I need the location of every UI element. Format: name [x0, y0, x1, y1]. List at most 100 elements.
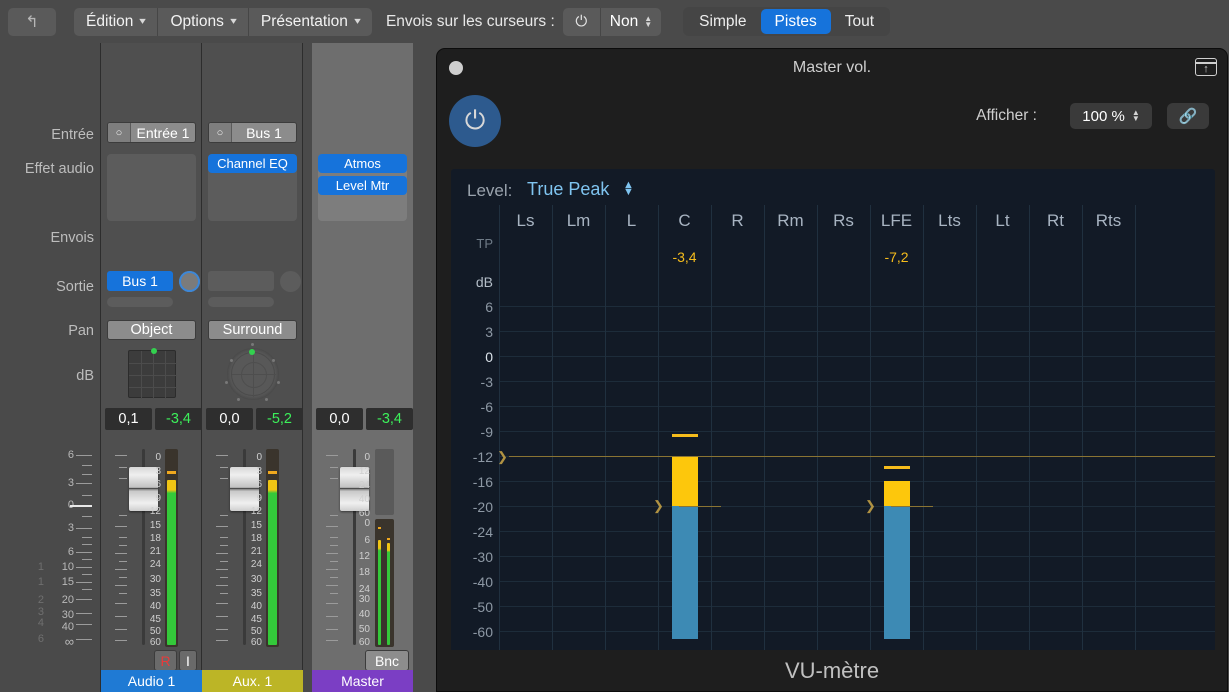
bounce-button[interactable]: Bnc — [365, 650, 409, 671]
level-mode-value[interactable]: True Peak — [527, 179, 609, 200]
record-enable-button[interactable]: R — [154, 650, 177, 671]
channel-name-label: Master — [341, 673, 384, 689]
channel-name-label: Aux. 1 — [232, 673, 273, 689]
audio-effect-slots: Atmos Level Mtr — [318, 154, 407, 221]
volume-value[interactable]: 0,1 — [105, 408, 152, 430]
input-monitor-button[interactable]: I — [179, 650, 197, 671]
audio-effect-slots[interactable] — [107, 154, 196, 221]
menu-options[interactable]: Options ▾ — [158, 7, 249, 36]
plugin-slot-channel-eq[interactable]: Channel EQ — [208, 154, 297, 173]
pan-surround-grid[interactable] — [128, 348, 177, 399]
fader-scale-tick-label: 40 — [61, 621, 74, 633]
view-mode-pistes[interactable]: Pistes — [760, 9, 831, 34]
y-tick-label: -50 — [472, 599, 493, 615]
peak-value[interactable]: -5,2 — [256, 408, 303, 430]
sends-value-dropdown[interactable]: Non ▲ ▼ — [601, 8, 661, 36]
plugin-slot-label: Level Mtr — [335, 178, 390, 193]
bar-level-c — [672, 506, 698, 639]
row-label-input: Entrée — [51, 127, 94, 143]
level-meter-fill-left — [378, 540, 381, 645]
channel-header-c: C — [678, 211, 691, 230]
plugin-slot-label: Channel EQ — [217, 156, 288, 171]
view-mode-tout[interactable]: Tout — [831, 9, 888, 34]
channel-threshold-marker-c[interactable]: ❯ — [653, 499, 664, 512]
volume-value[interactable]: 0,0 — [316, 408, 363, 430]
level-meter-peak-hold — [268, 471, 277, 474]
channel-header-rs: Rs — [833, 211, 854, 230]
channel-name-audio-1[interactable]: Audio 1 — [101, 670, 202, 692]
peak-hold-c — [672, 434, 698, 437]
channel-threshold-marker-lfe[interactable]: ❯ — [865, 499, 876, 512]
input-slot[interactable]: ○ Bus 1 — [208, 122, 297, 143]
pan-surround-puck[interactable] — [225, 343, 280, 401]
view-mode-simple[interactable]: Simple — [685, 9, 760, 34]
back-button[interactable]: ↰ — [8, 7, 56, 36]
output-slot-label: Surround — [222, 322, 283, 338]
db-readout: 0,0 -3,4 — [316, 408, 413, 430]
plugin-power-button[interactable]: ⏻ — [449, 95, 501, 147]
volume-value[interactable]: 0,0 — [206, 408, 253, 430]
fader-scale-tick-label: 20 — [61, 594, 74, 606]
record-circle-icon: ○ — [209, 123, 232, 142]
plugin-slot-level-mtr[interactable]: Level Mtr — [318, 176, 407, 195]
output-slot[interactable]: Surround — [208, 320, 297, 340]
menu-group: Édition ▾ Options ▾ Présentation ▾ — [74, 7, 372, 36]
menu-edition[interactable]: Édition ▾ — [74, 7, 159, 36]
axis-label-tp: TP — [476, 236, 493, 251]
true-peak-value-lfe: -7,2 — [884, 249, 909, 265]
global-threshold-marker[interactable]: ❯ — [497, 450, 508, 463]
channel-header-ls: Ls — [516, 211, 535, 230]
menu-presentation[interactable]: Présentation ▾ — [249, 8, 372, 36]
channel-header-rts: Rts — [1095, 211, 1122, 230]
mixer-row-labels: Entrée Effet audio Envois Sortie Pan dB … — [0, 43, 101, 692]
send-level-knob[interactable] — [179, 271, 200, 292]
send-slot-bus1[interactable]: Bus 1 — [107, 271, 173, 291]
send-slot-empty[interactable] — [208, 271, 274, 291]
zoom-level-stepper[interactable]: 100 % ▲ ▼ — [1070, 103, 1152, 129]
channel-name-master[interactable]: Master — [312, 670, 413, 692]
detach-window-icon[interactable]: ↑ — [1195, 58, 1217, 76]
channel-name-aux-1[interactable]: Aux. 1 — [202, 670, 303, 692]
stepper-updown-icon[interactable]: ▲ ▼ — [623, 180, 634, 198]
channel-header-rm: Rm — [777, 211, 804, 230]
fader-scale-tick-label: 10 — [61, 561, 74, 573]
channel-strip-aux-1: ○ Bus 1 Channel EQ Surround 0,0 -5,2 0 3… — [202, 43, 303, 692]
y-tick-label: -6 — [480, 399, 493, 415]
plugin-slot-label: Atmos — [344, 156, 381, 171]
input-slot[interactable]: ○ Entrée 1 — [107, 122, 196, 143]
link-icon: 🔗 — [1178, 108, 1198, 125]
axis-unit-label: dB — [475, 274, 493, 290]
level-meter-fill — [268, 480, 277, 645]
y-tick-label: -3 — [480, 374, 493, 390]
plugin-slot-atmos[interactable]: Atmos — [318, 154, 407, 173]
pan-position-dot[interactable] — [249, 349, 255, 355]
output-slot[interactable]: Object — [107, 320, 196, 340]
fader-scale2-tick-label: 2 — [37, 594, 44, 606]
fader-scale2-tick-label: 1 — [37, 561, 44, 573]
pan-position-dot[interactable] — [151, 348, 157, 354]
true-peak-value-c: -3,4 — [672, 249, 697, 265]
peak-hold-lfe — [884, 466, 910, 469]
global-threshold-line — [509, 456, 1215, 457]
send-slot-row: Bus 1 — [107, 271, 202, 295]
input-slot-label: Bus 1 — [246, 124, 282, 141]
send-slot-row — [208, 271, 303, 295]
send-level-knob[interactable] — [280, 271, 301, 292]
channel-threshold-line-c — [679, 506, 721, 507]
channel-header-lt: Lt — [995, 211, 1010, 230]
view-mode-tout-label: Tout — [844, 12, 875, 30]
gain-reduction-meter — [375, 449, 394, 515]
send-slot-empty-2[interactable] — [208, 297, 274, 307]
power-icon[interactable]: ⏻ — [563, 7, 601, 36]
peak-value[interactable]: -3,4 — [366, 408, 413, 430]
send-slot-empty[interactable] — [107, 297, 173, 307]
row-label-sends: Envois — [50, 230, 94, 246]
y-tick-label: -9 — [480, 424, 493, 440]
peak-value[interactable]: -3,4 — [155, 408, 202, 430]
link-button[interactable]: 🔗 — [1167, 103, 1209, 129]
view-mode-segmented: Simple Pistes Tout — [683, 7, 891, 36]
level-mode-label: Level: — [467, 181, 513, 200]
level-meter-fill — [167, 480, 176, 645]
row-label-output: Sortie — [56, 279, 94, 295]
plugin-footer: VU-mètre — [437, 650, 1227, 691]
